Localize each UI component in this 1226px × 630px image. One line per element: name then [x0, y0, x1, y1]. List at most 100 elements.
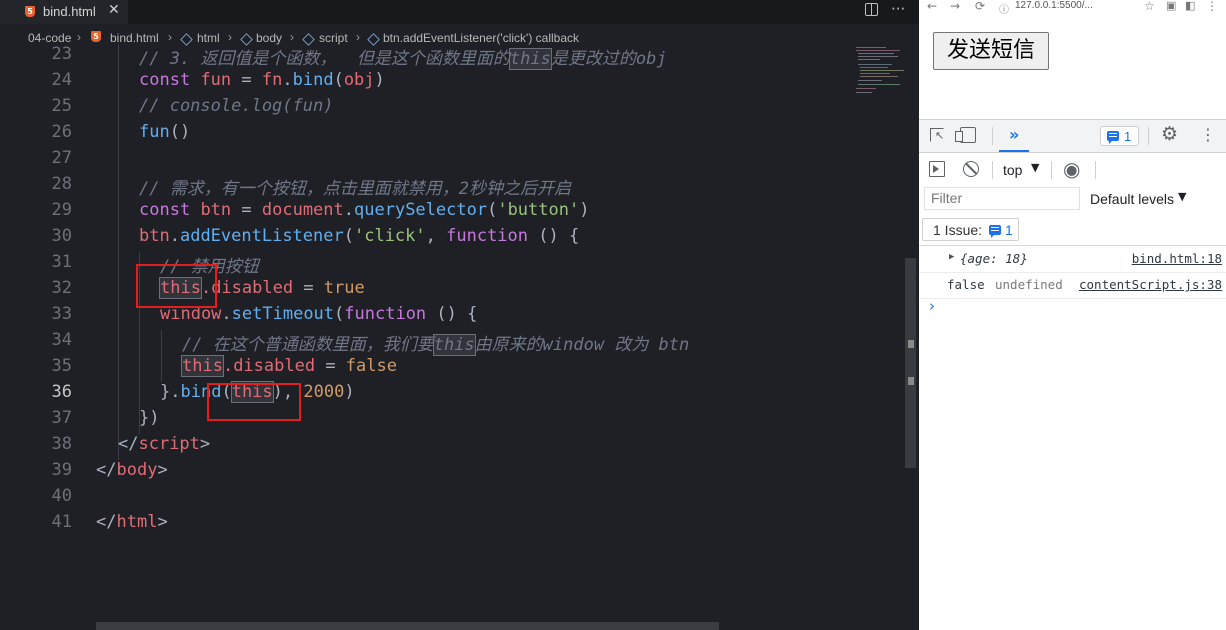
this-keyword: this [181, 355, 224, 377]
tab-label: bind.html [43, 4, 96, 19]
log-value-false: false [947, 277, 985, 292]
active-tab-indicator [999, 150, 1029, 152]
more-actions-icon[interactable]: ··· [891, 0, 905, 18]
this-highlight: this [432, 334, 476, 356]
scroll-marker [908, 377, 914, 385]
line-number: 23 [51, 44, 72, 64]
issue-flag-icon [1107, 131, 1119, 144]
gear-icon[interactable]: ⚙ [1161, 123, 1178, 145]
vertical-scrollbar[interactable] [905, 258, 916, 468]
code-editor[interactable]: 5 bind.html ✕ ··· 04-code › 5 bind.html … [0, 0, 919, 630]
eye-icon[interactable]: ◉ [1063, 157, 1080, 181]
issues-pill-count: 1 [1005, 222, 1013, 238]
expand-arrow-icon[interactable]: ▶ [949, 252, 954, 262]
line-number: 41 [51, 512, 72, 532]
line-number: 28 [51, 174, 72, 194]
annotation-box-bind-this [207, 383, 301, 421]
line-number: 37 [51, 408, 72, 428]
chevron-down-icon[interactable]: ▼ [1178, 190, 1186, 203]
send-sms-button[interactable]: 发送短信 [933, 32, 1049, 70]
indent-guide [118, 44, 119, 460]
filter-row: Filter Default levels ▼ [919, 186, 1226, 212]
console-log-row[interactable]: false undefined contentScript.js:38 [919, 273, 1226, 299]
code-line-30: btn.addEventListener('click', function (… [139, 226, 580, 246]
log-levels-select[interactable]: Default levels [1090, 191, 1174, 207]
breadcrumb-script[interactable]: script [319, 31, 348, 45]
split-editor-icon[interactable] [865, 3, 878, 16]
line-number: 25 [51, 96, 72, 116]
breadcrumb-callback[interactable]: btn.addEventListener('click') callback [383, 31, 579, 45]
code-line-41: </html> [96, 512, 168, 532]
breadcrumb-file[interactable]: bind.html [110, 31, 159, 45]
indent-guide [161, 330, 162, 382]
console-log-row[interactable]: ▶ {age: 18} bind.html:18 [919, 247, 1226, 273]
info-icon: ⓘ [999, 5, 1009, 16]
line-number: 32 [51, 278, 72, 298]
breadcrumb-folder[interactable]: 04-code [28, 31, 71, 45]
breadcrumb-body[interactable]: body [256, 31, 282, 45]
star-icon[interactable]: ☆ [1144, 0, 1155, 13]
more-panels-icon[interactable]: » [1009, 125, 1019, 144]
inspect-element-icon[interactable] [930, 128, 944, 142]
reload-icon[interactable]: ⟳ [975, 0, 985, 13]
devtools-toolbar: » 1 ⚙ ⋮ [919, 120, 1226, 153]
code-line-26: fun() [139, 122, 191, 142]
log-object[interactable]: {age: 18} [960, 251, 1028, 266]
console-toolbar: top ▼ ◉ [919, 154, 1226, 184]
line-number: 24 [51, 70, 72, 90]
line-number: 34 [51, 330, 72, 350]
line-number: 38 [51, 434, 72, 454]
url-text[interactable]: 127.0.0.1:5500/... [1015, 0, 1093, 11]
breadcrumb-html[interactable]: html [197, 31, 220, 45]
kebab-menu-icon[interactable]: ⋮ [1200, 125, 1216, 144]
chevron-down-icon[interactable]: ▼ [1031, 161, 1039, 174]
code-line-23: // 3. 返回值是个函数， 但是这个函数里面的this是更改过的obj [139, 48, 667, 70]
menu-icon[interactable]: ⋮ [1206, 0, 1218, 13]
forward-icon[interactable]: → [950, 0, 960, 13]
clear-console-icon[interactable] [963, 161, 979, 177]
code-line-28: // 需求，有一个按钮，点击里面就禁用，2秒钟之后开启 [139, 179, 571, 199]
extension-icon[interactable]: ▣ [1166, 0, 1176, 12]
filter-input[interactable]: Filter [924, 187, 1080, 210]
line-number: 29 [51, 200, 72, 220]
code-line-35: this.disabled = false [181, 355, 397, 377]
issues-row: 1 Issue: 1 [919, 214, 1226, 246]
line-number-active: 36 [51, 382, 72, 402]
window-icon[interactable]: ◧ [1185, 0, 1195, 12]
issue-flag-icon [989, 225, 1001, 238]
issues-badge[interactable]: 1 [1100, 126, 1139, 146]
address-bar[interactable]: ← → ⟳ ⓘ 127.0.0.1:5500/... ☆ ▣ ◧ ⋮ [919, 0, 1226, 16]
code-line-37: }) [139, 408, 160, 428]
annotation-box-this-disabled [136, 264, 217, 308]
browser-window: ← → ⟳ ⓘ 127.0.0.1:5500/... ☆ ▣ ◧ ⋮ 发送短信 … [919, 0, 1226, 630]
code-line-24: const fun = fn.bind(obj) [139, 70, 385, 90]
issues-pill[interactable]: 1 Issue: 1 [922, 218, 1019, 241]
device-toolbar-icon[interactable] [955, 127, 976, 143]
line-number: 27 [51, 148, 72, 168]
context-select[interactable]: top [1003, 162, 1022, 178]
log-value-undefined: undefined [995, 277, 1063, 292]
line-number: 39 [51, 460, 72, 480]
line-number: 35 [51, 356, 72, 376]
issues-count: 1 [1124, 129, 1132, 144]
horizontal-scrollbar[interactable] [96, 622, 719, 630]
code-line-29: const btn = document.querySelector('butt… [139, 200, 590, 220]
scroll-marker [908, 340, 914, 348]
close-icon[interactable]: ✕ [108, 2, 120, 18]
console-prompt[interactable]: › [929, 297, 935, 315]
code-line-39: </body> [96, 460, 168, 480]
code-line-34: // 在这个普通函数里面，我们要this由原来的window 改为 btn [182, 334, 690, 356]
log-source-link[interactable]: contentScript.js:38 [1079, 277, 1222, 292]
line-number: 33 [51, 304, 72, 324]
line-number: 30 [51, 226, 72, 246]
tab-bind-html[interactable]: 5 bind.html ✕ [0, 0, 128, 24]
code-line-38: </script> [118, 434, 211, 454]
back-icon[interactable]: ← [927, 0, 937, 13]
code-line-25: // console.log(fun) [139, 96, 334, 116]
minimap[interactable] [852, 44, 907, 104]
line-number: 26 [51, 122, 72, 142]
sidebar-toggle-icon[interactable] [929, 161, 945, 177]
editor-tab-bar: 5 bind.html ✕ ··· [0, 0, 919, 24]
this-highlight: this [508, 48, 552, 70]
log-source-link[interactable]: bind.html:18 [1132, 251, 1222, 266]
